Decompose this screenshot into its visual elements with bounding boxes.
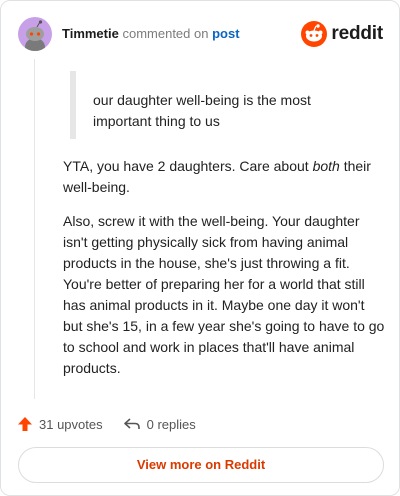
comment-embed-card: Timmetie commented on post reddit our da…: [0, 0, 400, 496]
comment-meta: Timmetie commented on post: [62, 26, 240, 41]
upvote-count: 31 upvotes: [39, 416, 103, 432]
paragraph-1-text-a: YTA, you have 2 daughters. Care about: [63, 158, 313, 174]
reply-count: 0 replies: [146, 416, 196, 432]
quote-text: our daughter well-being is the most impo…: [93, 92, 311, 129]
quote-bar: [70, 71, 76, 139]
reply-arrow-icon: [123, 418, 140, 429]
comment-paragraph-2: Also, screw it with the well-being. Your…: [63, 213, 385, 376]
upvote-button[interactable]: 31 upvotes: [17, 416, 103, 432]
reddit-logo[interactable]: reddit: [301, 20, 383, 48]
snoo-avatar-icon: [25, 20, 45, 51]
comment-paragraph-1: YTA, you have 2 daughters. Care about bo…: [63, 156, 385, 198]
thread-line: [34, 59, 35, 399]
comment-header: Timmetie commented on post reddit: [18, 17, 383, 51]
reddit-logo-icon: [301, 21, 328, 47]
paragraph-1-emphasis: both: [312, 158, 340, 174]
upvote-arrow-icon: [18, 417, 32, 431]
post-link[interactable]: post: [212, 26, 239, 41]
reddit-wordmark: reddit: [331, 23, 383, 44]
avatar[interactable]: [18, 17, 52, 51]
replies-button[interactable]: 0 replies: [123, 416, 196, 432]
view-more-button[interactable]: View more on Reddit: [18, 447, 384, 483]
comment-actions: 31 upvotes 0 replies: [17, 413, 196, 435]
author-link[interactable]: Timmetie: [62, 26, 119, 41]
action-text: commented on: [122, 26, 209, 41]
